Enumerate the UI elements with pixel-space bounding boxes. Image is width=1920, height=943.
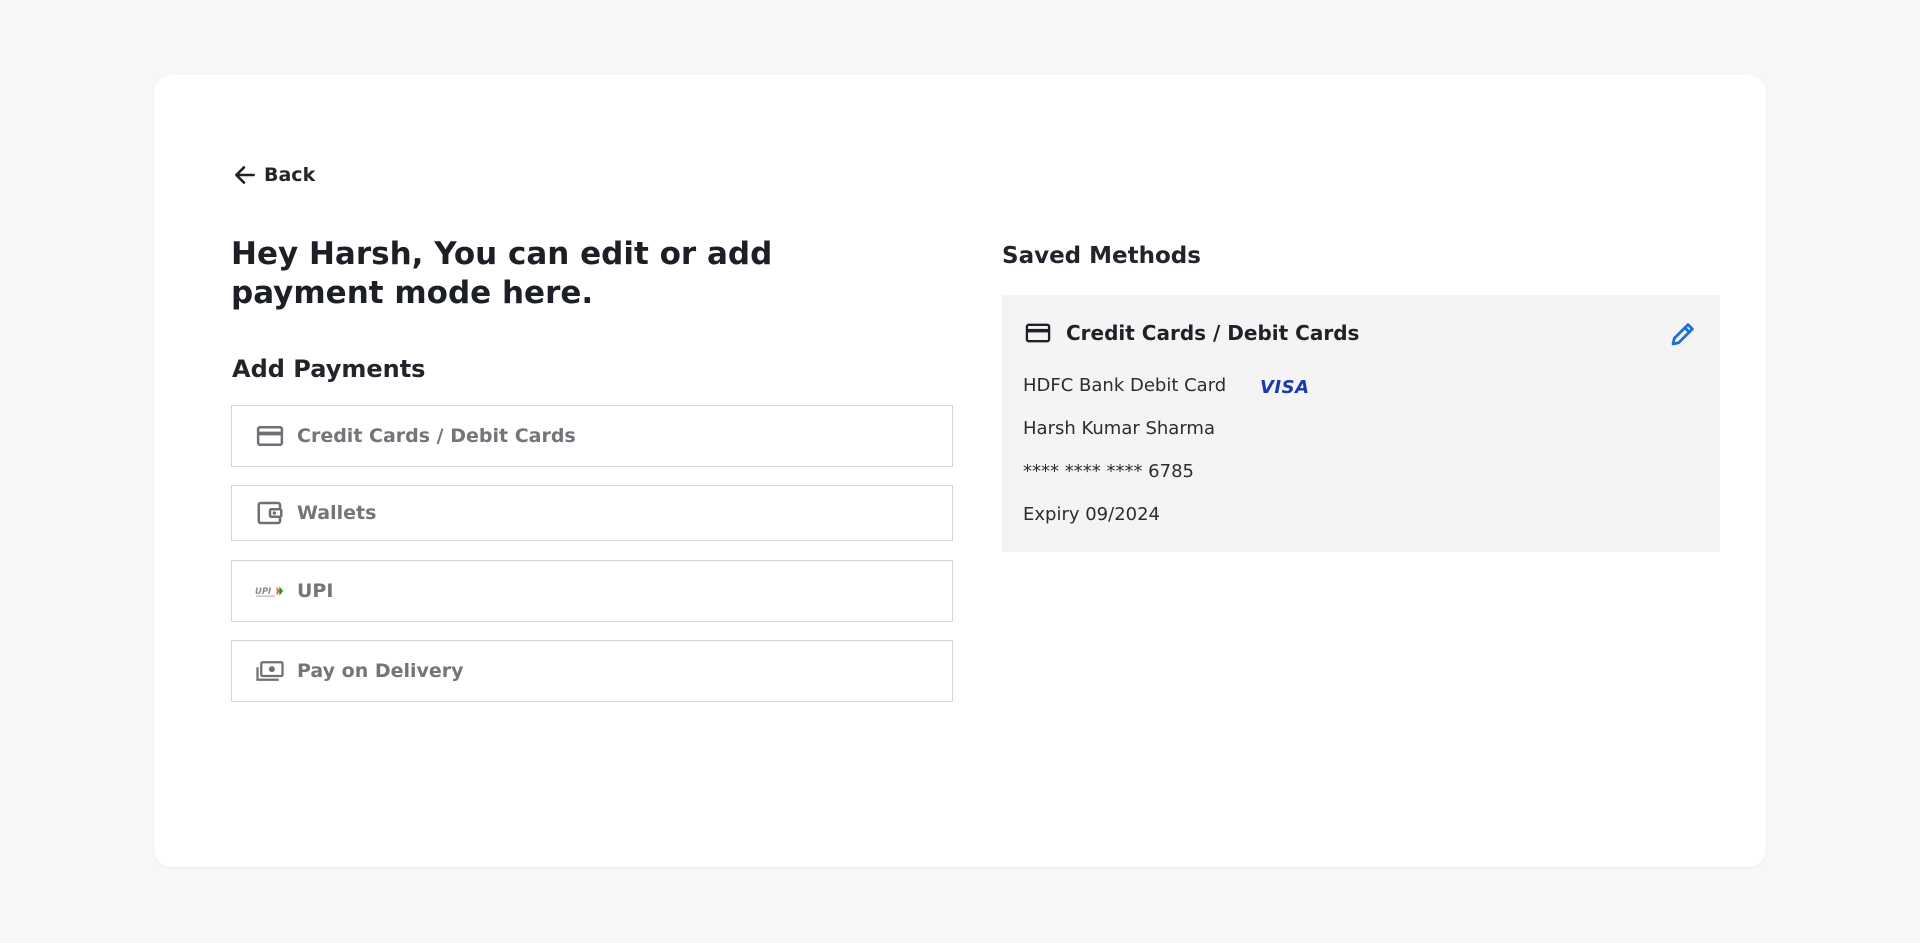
option-label: UPI	[297, 580, 334, 602]
saved-method-header: Credit Cards / Debit Cards	[1024, 319, 1359, 347]
upi-logo-icon: UPI	[254, 575, 286, 607]
back-label: Back	[264, 164, 316, 186]
pencil-icon	[1671, 323, 1694, 346]
option-pay-on-delivery[interactable]: Pay on Delivery	[231, 640, 953, 702]
option-label: Pay on Delivery	[297, 660, 464, 682]
arrow-left-icon	[235, 166, 255, 184]
option-label: Wallets	[297, 502, 377, 524]
credit-card-icon	[254, 420, 286, 452]
payment-card: Back Hey Harsh, You can edit or add paym…	[154, 75, 1766, 867]
saved-method-type: Credit Cards / Debit Cards	[1066, 321, 1360, 345]
visa-logo-icon: VISA	[1260, 377, 1310, 398]
back-button[interactable]: Back	[232, 162, 315, 188]
option-upi[interactable]: UPI UPI	[231, 560, 953, 622]
svg-text:UPI: UPI	[255, 586, 271, 596]
option-credit-debit-cards[interactable]: Credit Cards / Debit Cards	[231, 405, 953, 467]
card-expiry: Expiry 09/2024	[1023, 504, 1161, 525]
wallet-icon	[254, 497, 286, 529]
credit-card-icon	[1025, 323, 1051, 343]
card-holder-name: Harsh Kumar Sharma	[1023, 418, 1215, 439]
saved-method-card: Credit Cards / Debit Cards HDFC Bank Deb…	[1002, 295, 1720, 552]
option-label: Credit Cards / Debit Cards	[297, 425, 576, 447]
edit-payment-button[interactable]	[1668, 319, 1698, 349]
card-number: **** **** **** 6785	[1023, 461, 1194, 482]
card-bank-name: HDFC Bank Debit Card	[1023, 375, 1227, 396]
saved-methods-title: Saved Methods	[1002, 243, 1201, 269]
page-title: Hey Harsh, You can edit or add payment m…	[231, 236, 773, 311]
add-payments-title: Add Payments	[232, 355, 426, 383]
cash-icon	[254, 655, 286, 687]
option-wallets[interactable]: Wallets	[231, 485, 953, 541]
